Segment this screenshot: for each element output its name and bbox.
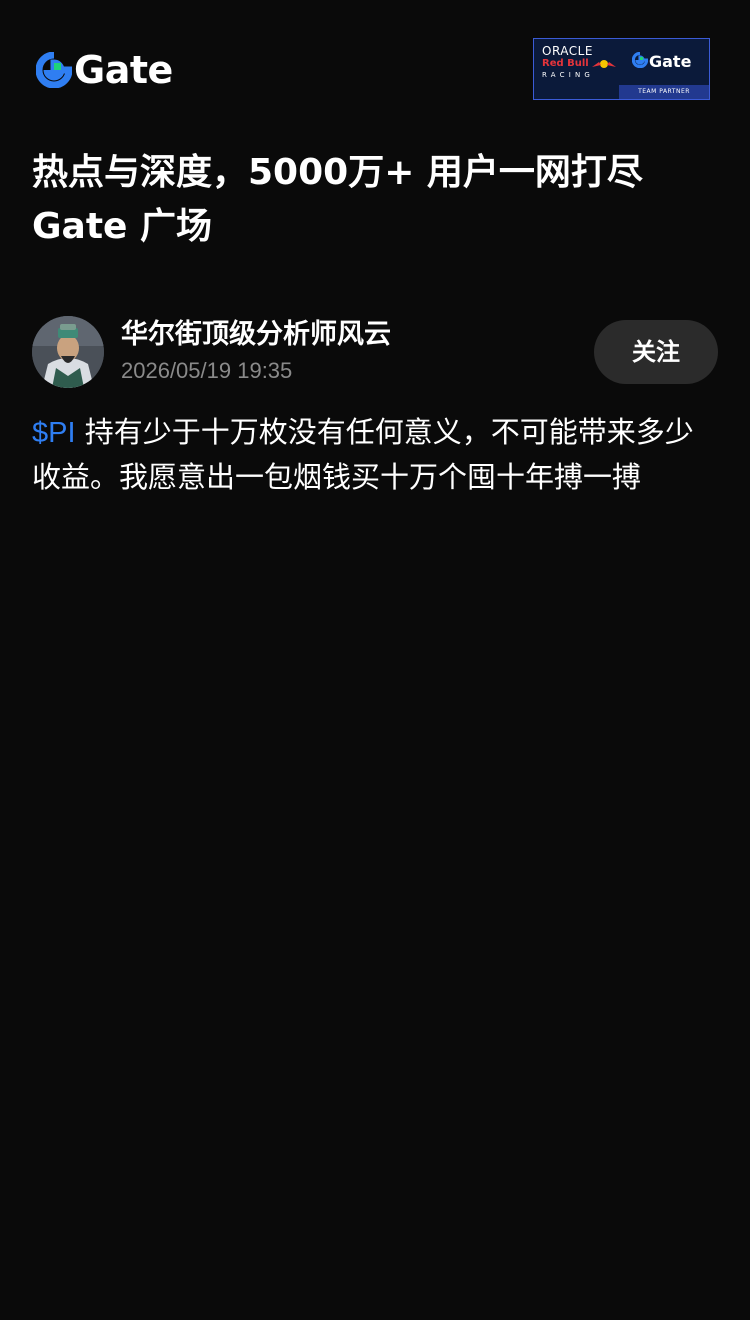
- app-header: Gate ORACLE Red Bull RACING Gate TEAM PA…: [0, 0, 750, 130]
- gate-logo[interactable]: Gate: [35, 48, 173, 92]
- team-partner-badge: ORACLE Red Bull RACING Gate TEAM PARTNER: [533, 38, 710, 100]
- post-text-part-1: 持有少于十万枚没有任何意义，不可能带来多少: [75, 415, 694, 449]
- racing-wordmark: RACING: [542, 71, 595, 79]
- team-partner-tag: TEAM PARTNER: [619, 85, 709, 99]
- post-content: $PI 持有少于十万枚没有任何意义，不可能带来多少 收益。我愿意出一包烟钱买十万…: [32, 410, 718, 499]
- post-author-row: 华尔街顶级分析师风云 2026/05/19 19:35 关注: [32, 316, 718, 388]
- post-timestamp: 2026/05/19 19:35: [121, 358, 293, 383]
- gate-logo-icon: [35, 51, 73, 89]
- redbull-wordmark: Red Bull: [542, 58, 628, 70]
- post-line-1: $PI 持有少于十万枚没有任何意义，不可能带来多少: [32, 410, 718, 455]
- follow-button[interactable]: 关注: [594, 320, 718, 384]
- oracle-redbull-racing-logo: ORACLE Red Bull RACING: [542, 45, 628, 80]
- bull-icon: [591, 60, 616, 68]
- headline-line-1: 热点与深度，5000万+ 用户一网打尽: [32, 152, 643, 193]
- partner-gate-logo: Gate: [631, 51, 692, 72]
- author-name[interactable]: 华尔街顶级分析师风云: [121, 318, 391, 352]
- partner-gate-wordmark: Gate: [649, 52, 692, 71]
- ticker-link[interactable]: $PI: [32, 417, 76, 449]
- gate-logo-small-icon: [631, 51, 649, 72]
- oracle-wordmark: ORACLE: [542, 44, 593, 58]
- post-line-2: 收益。我愿意出一包烟钱买十万个囤十年搏一搏: [32, 460, 642, 494]
- page-headline: 热点与深度，5000万+ 用户一网打尽 Gate 广场: [32, 146, 722, 254]
- logo-wordmark: Gate: [74, 48, 173, 92]
- headline-line-2: Gate 广场: [32, 206, 213, 247]
- avatar[interactable]: [32, 316, 104, 388]
